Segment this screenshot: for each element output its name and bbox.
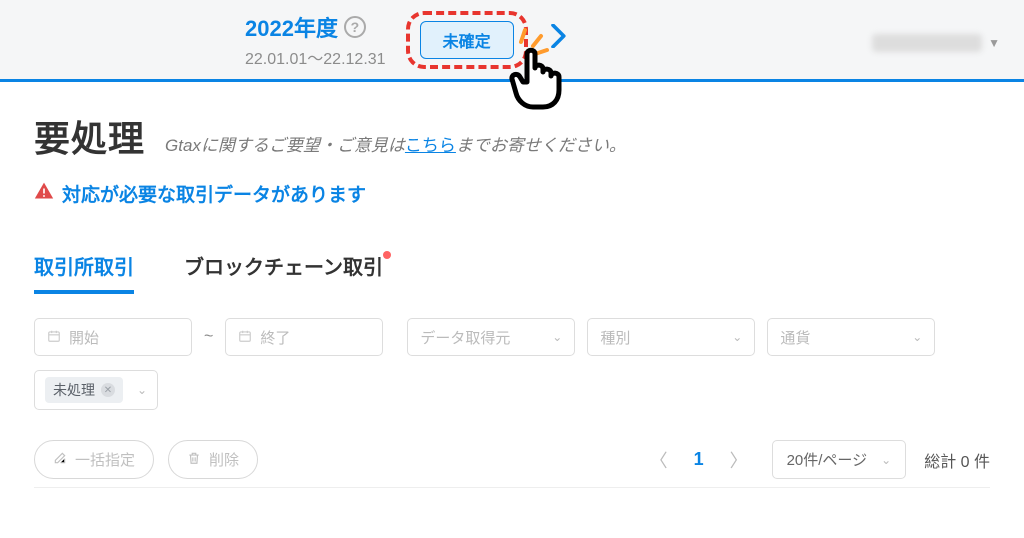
currency-select[interactable]: 通貨 ⌄ xyxy=(767,318,935,356)
warning-icon xyxy=(34,181,54,207)
fiscal-year-block: 2022年度 ? 22.01.01～22.12.31 xyxy=(245,11,386,69)
warning-text: 対応が必要な取引データがあります xyxy=(62,180,366,207)
label: 削除 xyxy=(209,449,239,470)
help-icon[interactable]: ? xyxy=(344,16,366,38)
per-page-label: 20件/ページ xyxy=(787,449,868,470)
chevron-down-icon: ⌄ xyxy=(137,383,147,397)
close-icon[interactable]: ✕ xyxy=(101,383,115,397)
calendar-icon xyxy=(47,329,61,346)
user-name-blurred xyxy=(872,34,982,52)
filter-row-2: 未処理 ✕ ⌄ xyxy=(34,370,990,410)
next-page-icon[interactable]: 〉 xyxy=(730,447,748,473)
trash-icon xyxy=(187,451,201,469)
status-tag[interactable]: 未処理 ✕ xyxy=(45,377,123,403)
title-row: 要処理 Gtaxに関するご要望・ご意見はこちらまでお寄せください。 xyxy=(34,110,990,162)
end-date-input[interactable]: 終了 xyxy=(225,318,383,356)
subtitle-suffix: までお寄せください。 xyxy=(456,136,626,155)
status-select[interactable]: 未処理 ✕ ⌄ xyxy=(34,370,158,410)
user-menu[interactable]: ▼ xyxy=(872,34,1000,52)
prev-page-icon[interactable]: 〈 xyxy=(650,447,668,473)
placeholder: データ取得元 xyxy=(420,327,510,348)
chevron-right-icon[interactable] xyxy=(550,24,568,55)
caret-down-icon: ▼ xyxy=(988,36,1000,50)
subtitle-prefix: Gtaxに関するご要望・ご意見は xyxy=(165,136,405,155)
year-row: 2022年度 ? xyxy=(245,11,386,43)
status-button[interactable]: 未確定 xyxy=(420,21,514,59)
chevron-down-icon: ⌄ xyxy=(912,330,922,344)
range-separator: ~ xyxy=(204,328,213,346)
per-page-select[interactable]: 20件/ページ ⌄ xyxy=(772,440,907,479)
pagination: 〈 1 〉 xyxy=(650,447,748,473)
placeholder: 終了 xyxy=(260,327,290,348)
tag-label: 未処理 xyxy=(53,380,95,400)
chevron-down-icon: ⌄ xyxy=(552,330,562,344)
tab-label: 取引所取引 xyxy=(34,257,134,279)
notification-dot-icon xyxy=(383,251,391,259)
chevron-down-icon: ⌄ xyxy=(881,453,891,467)
topbar: 2022年度 ? 22.01.01～22.12.31 未確定 ▼ xyxy=(0,0,1024,82)
action-row: 一括指定 削除 〈 1 〉 20件/ページ ⌄ 総計 0 件 xyxy=(34,440,990,479)
total-count: 総計 0 件 xyxy=(924,448,990,472)
edit-icon xyxy=(53,451,67,469)
label: 一括指定 xyxy=(75,449,135,470)
delete-button[interactable]: 削除 xyxy=(168,440,258,479)
tabs: 取引所取引 ブロックチェーン取引 xyxy=(34,251,990,294)
filter-row: 開始 ~ 終了 データ取得元 ⌄ 種別 ⌄ 通貨 ⌄ xyxy=(34,318,990,356)
year-title[interactable]: 2022年度 xyxy=(245,11,338,43)
chevron-down-icon: ⌄ xyxy=(732,330,742,344)
placeholder: 通貨 xyxy=(780,327,810,348)
type-select[interactable]: 種別 ⌄ xyxy=(587,318,755,356)
divider xyxy=(34,487,990,488)
date-range: 22.01.01～22.12.31 xyxy=(245,45,386,69)
source-select[interactable]: データ取得元 ⌄ xyxy=(407,318,575,356)
current-page[interactable]: 1 xyxy=(694,449,704,470)
page-title: 要処理 xyxy=(34,110,145,162)
feedback-link[interactable]: こちら xyxy=(405,136,456,155)
calendar-icon xyxy=(238,329,252,346)
tab-exchange[interactable]: 取引所取引 xyxy=(34,251,134,294)
tab-label: ブロックチェーン取引 xyxy=(184,257,383,279)
placeholder: 種別 xyxy=(600,327,630,348)
warning-banner: 対応が必要な取引データがあります xyxy=(34,180,990,207)
status-button-highlight: 未確定 xyxy=(416,17,518,63)
batch-select-button[interactable]: 一括指定 xyxy=(34,440,154,479)
tab-blockchain[interactable]: ブロックチェーン取引 xyxy=(184,251,383,294)
main-content: 要処理 Gtaxに関するご要望・ご意見はこちらまでお寄せください。 対応が必要な… xyxy=(0,82,1024,488)
page-subtitle: Gtaxに関するご要望・ご意見はこちらまでお寄せください。 xyxy=(165,131,626,156)
placeholder: 開始 xyxy=(69,327,99,348)
start-date-input[interactable]: 開始 xyxy=(34,318,192,356)
